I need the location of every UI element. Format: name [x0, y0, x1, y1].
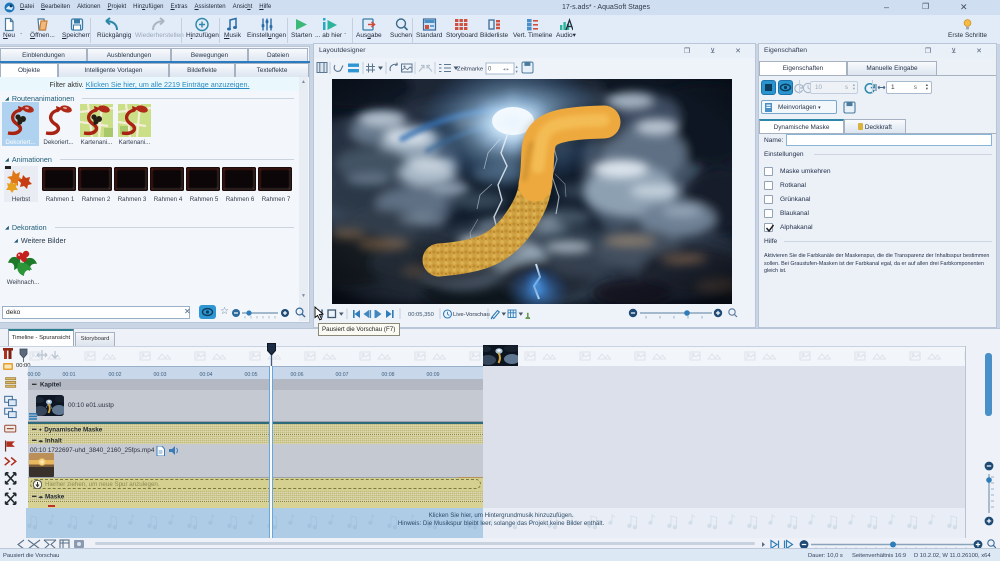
svg-text:Live-Vorschau: Live-Vorschau [453, 312, 490, 318]
svg-text:Zeitmarke: Zeitmarke [457, 67, 484, 73]
svg-text:◂ ▸: ◂ ▸ [503, 67, 510, 72]
svg-text:▾: ▾ [516, 69, 518, 74]
svg-text:00:05,350: 00:05,350 [408, 312, 434, 318]
